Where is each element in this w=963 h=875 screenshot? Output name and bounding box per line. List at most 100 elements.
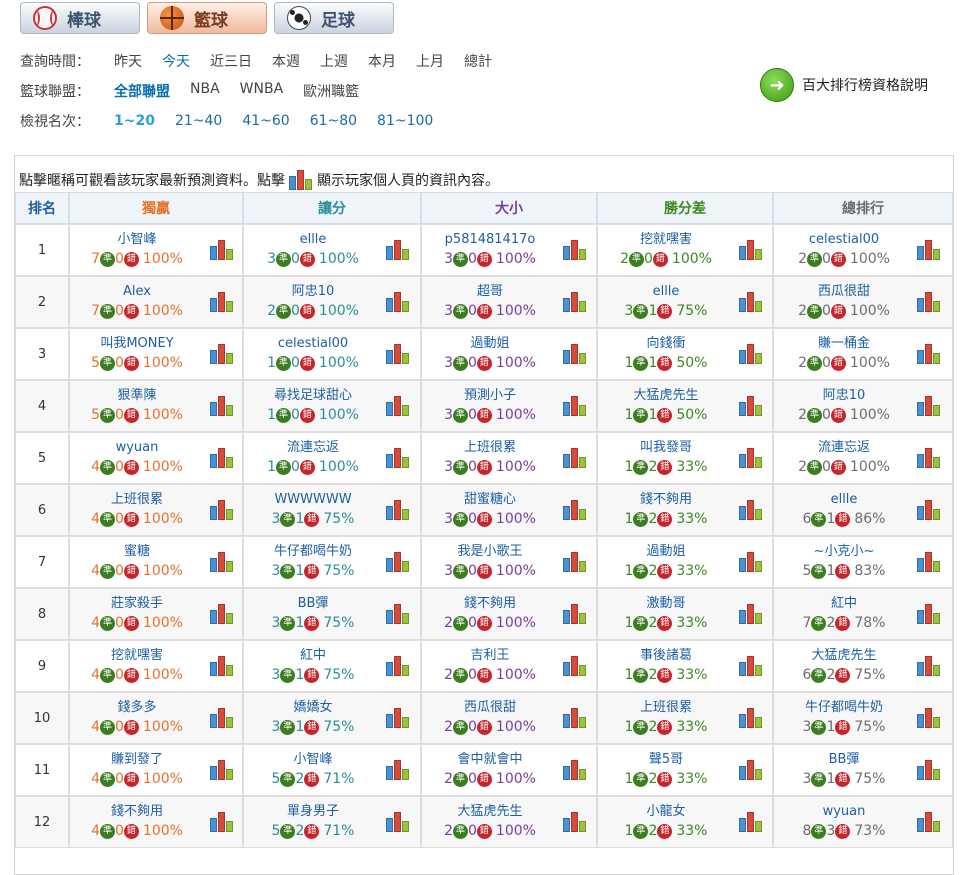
bar-chart-icon[interactable] bbox=[739, 292, 763, 312]
bar-chart-icon[interactable] bbox=[739, 760, 763, 780]
bar-chart-icon[interactable] bbox=[563, 552, 587, 572]
bar-chart-icon[interactable] bbox=[563, 240, 587, 260]
bar-chart-icon[interactable] bbox=[210, 552, 234, 572]
league-option-3[interactable]: 歐洲職籃 bbox=[303, 81, 359, 101]
sport-tab-1[interactable]: 籃球 bbox=[147, 2, 267, 34]
player-name-link[interactable]: 吉利王 bbox=[431, 647, 549, 665]
player-name-link[interactable]: 上班很累 bbox=[607, 699, 725, 717]
bar-chart-icon[interactable] bbox=[210, 708, 234, 728]
bar-chart-icon[interactable] bbox=[917, 240, 941, 260]
bar-chart-icon[interactable] bbox=[917, 500, 941, 520]
bar-chart-icon[interactable] bbox=[386, 396, 410, 416]
player-name-link[interactable]: 事後諸葛 bbox=[607, 647, 725, 665]
player-name-link[interactable]: 牛仔都喝牛奶 bbox=[785, 699, 903, 717]
player-name-link[interactable]: wyuan bbox=[78, 439, 196, 457]
bar-chart-icon[interactable] bbox=[210, 448, 234, 468]
sport-tab-2[interactable]: 足球 bbox=[274, 2, 394, 34]
player-name-link[interactable]: p581481417o bbox=[431, 231, 549, 249]
rank-option-1[interactable]: 21~40 bbox=[175, 113, 222, 129]
bar-chart-icon[interactable] bbox=[210, 396, 234, 416]
player-name-link[interactable]: wyuan bbox=[785, 803, 903, 821]
bar-chart-icon[interactable] bbox=[563, 396, 587, 416]
time-option-5[interactable]: 本月 bbox=[368, 51, 396, 71]
player-name-link[interactable]: 甜蜜糖心 bbox=[431, 491, 549, 509]
player-name-link[interactable]: 紅中 bbox=[785, 595, 903, 613]
bar-chart-icon[interactable] bbox=[563, 500, 587, 520]
player-name-link[interactable]: ellle bbox=[785, 491, 903, 509]
bar-chart-icon[interactable] bbox=[917, 708, 941, 728]
league-option-2[interactable]: WNBA bbox=[240, 81, 284, 101]
bar-chart-icon[interactable] bbox=[739, 448, 763, 468]
player-name-link[interactable]: 莊家殺手 bbox=[78, 595, 196, 613]
bar-chart-icon[interactable] bbox=[210, 500, 234, 520]
player-name-link[interactable]: 阿忠10 bbox=[254, 283, 372, 301]
time-option-4[interactable]: 上週 bbox=[320, 51, 348, 71]
bar-chart-icon[interactable] bbox=[386, 656, 410, 676]
player-name-link[interactable]: 嬌嬌女 bbox=[254, 699, 372, 717]
league-option-1[interactable]: NBA bbox=[190, 81, 220, 101]
player-name-link[interactable]: 錢不夠用 bbox=[78, 803, 196, 821]
player-name-link[interactable]: 蜜糖 bbox=[78, 543, 196, 561]
bar-chart-icon[interactable] bbox=[739, 344, 763, 364]
player-name-link[interactable]: 叫我發哥 bbox=[607, 439, 725, 457]
sport-tab-0[interactable]: 棒球 bbox=[20, 2, 140, 34]
bar-chart-icon[interactable] bbox=[917, 760, 941, 780]
player-name-link[interactable]: 西瓜很甜 bbox=[785, 283, 903, 301]
player-name-link[interactable]: ~小克小~ bbox=[785, 543, 903, 561]
player-name-link[interactable]: 向錢衝 bbox=[607, 335, 725, 353]
player-name-link[interactable]: 大猛虎先生 bbox=[785, 647, 903, 665]
bar-chart-icon[interactable] bbox=[739, 396, 763, 416]
player-name-link[interactable]: 挖就嘿害 bbox=[78, 647, 196, 665]
bar-chart-icon[interactable] bbox=[563, 344, 587, 364]
player-name-link[interactable]: 紅中 bbox=[254, 647, 372, 665]
player-name-link[interactable]: 賺到發了 bbox=[78, 751, 196, 769]
player-name-link[interactable]: 狠準陳 bbox=[78, 387, 196, 405]
player-name-link[interactable]: 挖就嘿害 bbox=[607, 231, 725, 249]
bar-chart-icon[interactable] bbox=[386, 240, 410, 260]
player-name-link[interactable]: 牛仔都喝牛奶 bbox=[254, 543, 372, 561]
rank-option-2[interactable]: 41~60 bbox=[242, 113, 289, 129]
player-name-link[interactable]: 賺一桶金 bbox=[785, 335, 903, 353]
player-name-link[interactable]: 激動哥 bbox=[607, 595, 725, 613]
bar-chart-icon[interactable] bbox=[563, 812, 587, 832]
player-name-link[interactable]: 單身男子 bbox=[254, 803, 372, 821]
player-name-link[interactable]: WWWWWW bbox=[254, 491, 372, 509]
bar-chart-icon[interactable] bbox=[386, 448, 410, 468]
bar-chart-icon[interactable] bbox=[563, 656, 587, 676]
player-name-link[interactable]: 錢不夠用 bbox=[607, 491, 725, 509]
bar-chart-icon[interactable] bbox=[739, 656, 763, 676]
bar-chart-icon[interactable] bbox=[917, 292, 941, 312]
player-name-link[interactable]: 流連忘返 bbox=[254, 439, 372, 457]
bar-chart-icon[interactable] bbox=[739, 604, 763, 624]
player-name-link[interactable]: 錢不夠用 bbox=[431, 595, 549, 613]
bar-chart-icon[interactable] bbox=[917, 344, 941, 364]
player-name-link[interactable]: 超哥 bbox=[431, 283, 549, 301]
bar-chart-icon[interactable] bbox=[917, 448, 941, 468]
bar-chart-icon[interactable] bbox=[210, 240, 234, 260]
player-name-link[interactable]: 會中就會中 bbox=[431, 751, 549, 769]
bar-chart-icon[interactable] bbox=[386, 760, 410, 780]
bar-chart-icon[interactable] bbox=[386, 604, 410, 624]
player-name-link[interactable]: 大猛虎先生 bbox=[607, 387, 725, 405]
time-option-3[interactable]: 本週 bbox=[272, 51, 300, 71]
bar-chart-icon[interactable] bbox=[739, 812, 763, 832]
player-name-link[interactable]: BB彈 bbox=[785, 751, 903, 769]
player-name-link[interactable]: 西瓜很甜 bbox=[431, 699, 549, 717]
time-option-7[interactable]: 總計 bbox=[464, 51, 492, 71]
bar-chart-icon[interactable] bbox=[210, 292, 234, 312]
bar-chart-icon[interactable] bbox=[739, 552, 763, 572]
bar-chart-icon[interactable] bbox=[386, 500, 410, 520]
rank-option-4[interactable]: 81~100 bbox=[377, 113, 433, 129]
bar-chart-icon[interactable] bbox=[210, 760, 234, 780]
bar-chart-icon[interactable] bbox=[917, 656, 941, 676]
bar-chart-icon[interactable] bbox=[739, 708, 763, 728]
player-name-link[interactable]: 大猛虎先生 bbox=[431, 803, 549, 821]
player-name-link[interactable]: 過動姐 bbox=[431, 335, 549, 353]
player-name-link[interactable]: 阿忠10 bbox=[785, 387, 903, 405]
rank-option-0[interactable]: 1~20 bbox=[114, 113, 155, 129]
bar-chart-icon[interactable] bbox=[917, 812, 941, 832]
bar-chart-icon[interactable] bbox=[917, 604, 941, 624]
player-name-link[interactable]: BB彈 bbox=[254, 595, 372, 613]
bar-chart-icon[interactable] bbox=[563, 708, 587, 728]
player-name-link[interactable]: celestial00 bbox=[785, 231, 903, 249]
